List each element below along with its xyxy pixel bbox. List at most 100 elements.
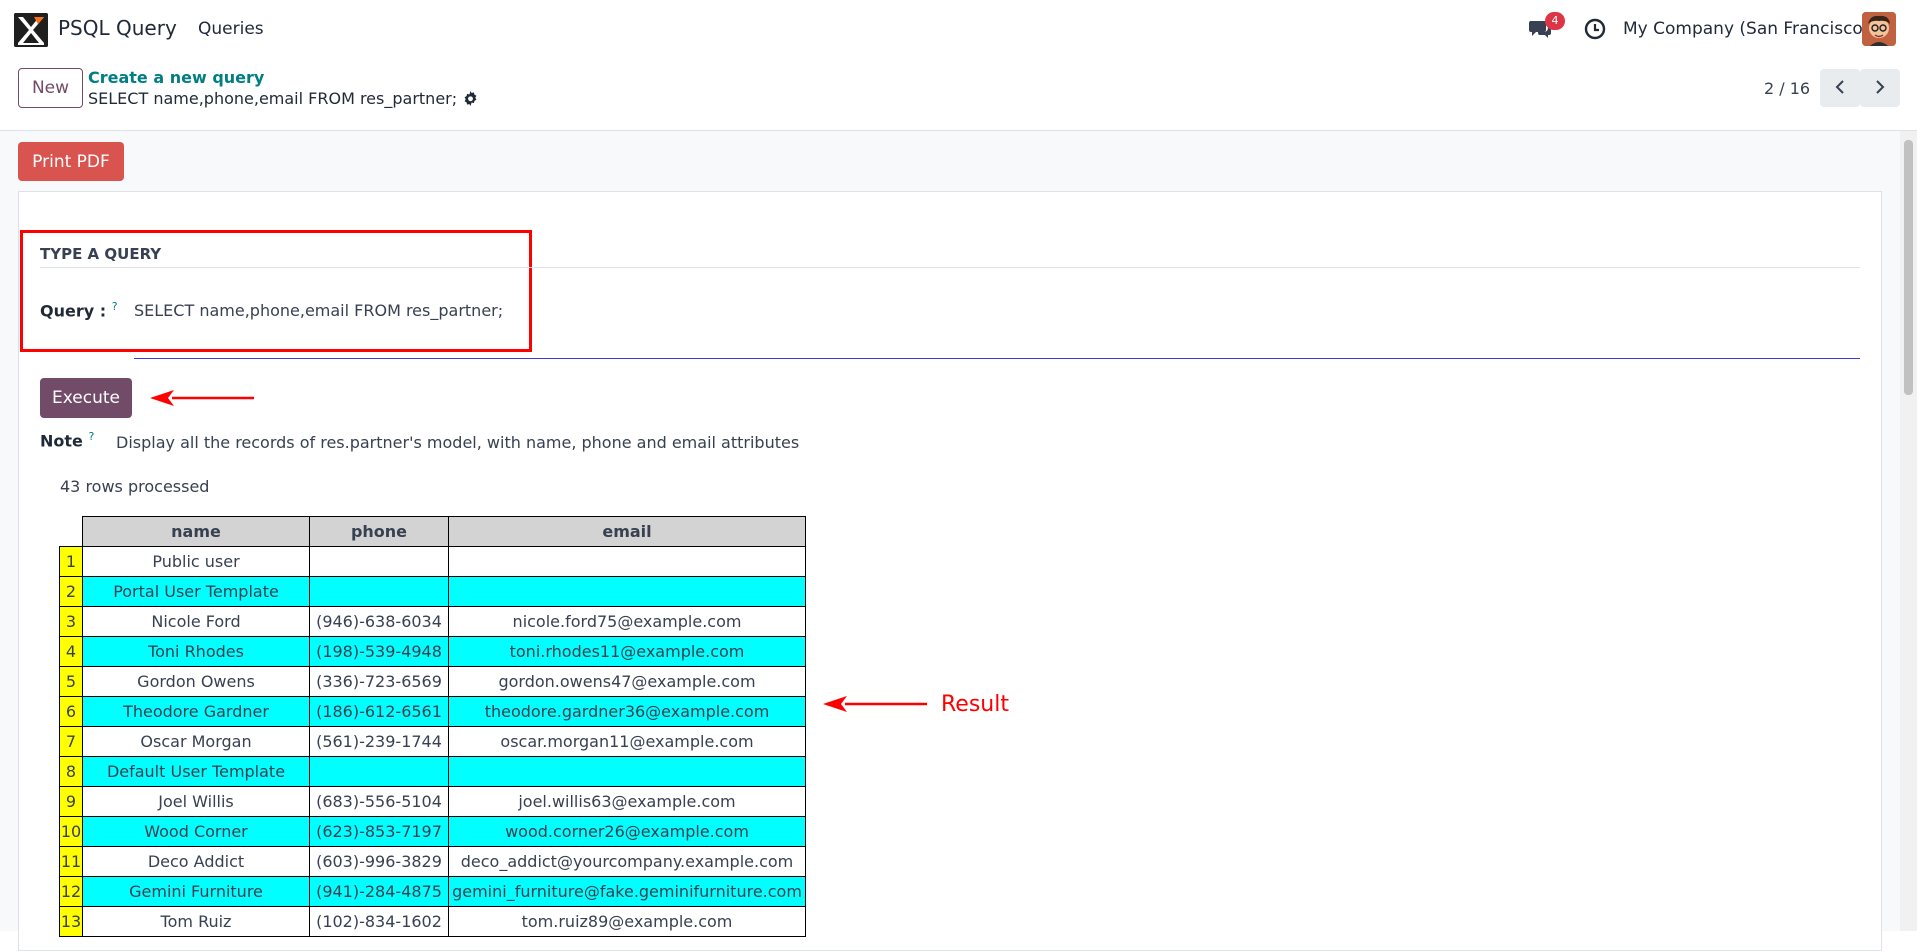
query-help-icon[interactable]: ?	[112, 300, 118, 313]
row-index-cell: 13	[59, 906, 83, 937]
name-cell: Toni Rhodes	[82, 636, 310, 667]
table-row: 10 Wood Corner (623)-853-7197 wood.corner26…	[59, 816, 806, 847]
name-cell: Public user	[82, 546, 310, 577]
table-row: 13 Tom Ruiz (102)-834-1602 tom.ruiz89@examp…	[59, 906, 806, 937]
name-cell: Oscar Morgan	[82, 726, 310, 757]
pager-previous-button[interactable]	[1820, 69, 1860, 107]
phone-cell: (186)-612-6561	[309, 696, 449, 727]
note-label: Note ?	[40, 430, 94, 450]
column-header-phone: phone	[309, 516, 449, 547]
phone-cell: (623)-853-7197	[309, 816, 449, 847]
gear-icon[interactable]	[463, 91, 478, 106]
row-index-cell: 3	[59, 606, 83, 637]
email-cell: toni.rhodes11@example.com	[448, 636, 806, 667]
table-row: 1 Public user	[59, 546, 806, 577]
table-row: 5 Gordon Owens (336)-723-6569 gordon.owens4…	[59, 666, 806, 697]
email-cell: nicole.ford75@example.com	[448, 606, 806, 637]
pager-value[interactable]: 2 / 16	[1764, 79, 1810, 98]
email-cell: wood.corner26@example.com	[448, 816, 806, 847]
clock-icon[interactable]	[1584, 18, 1606, 40]
menu-item-queries[interactable]: Queries	[198, 19, 264, 39]
email-cell: joel.willis63@example.com	[448, 786, 806, 817]
result-annotation-label: Result	[941, 692, 1009, 717]
email-cell: theodore.gardner36@example.com	[448, 696, 806, 727]
name-cell: Default User Template	[82, 756, 310, 787]
row-index-cell: 6	[59, 696, 83, 727]
row-index-cell: 5	[59, 666, 83, 697]
phone-cell	[309, 576, 449, 607]
chevron-right-icon	[1874, 79, 1886, 98]
email-cell: oscar.morgan11@example.com	[448, 726, 806, 757]
query-input-underline	[134, 358, 1860, 359]
email-cell: gemini_furniture@fake.geminifurniture.co…	[448, 876, 806, 907]
email-cell	[448, 546, 806, 577]
phone-cell: (683)-556-5104	[309, 786, 449, 817]
row-index-cell: 1	[59, 546, 83, 577]
column-header-name: name	[82, 516, 310, 547]
annotation-arrow-execute	[150, 388, 256, 412]
print-pdf-button[interactable]: Print PDF	[18, 142, 124, 181]
row-index-cell: 7	[59, 726, 83, 757]
row-index-cell: 4	[59, 636, 83, 667]
breadcrumb-parent[interactable]: Create a new query	[88, 68, 264, 87]
pager-next-button[interactable]	[1860, 69, 1900, 107]
section-title: TYPE A QUERY	[40, 245, 162, 263]
breadcrumb-current: SELECT name,phone,email FROM res_partner…	[88, 89, 478, 108]
table-row: 9 Joel Willis (683)-556-5104 joel.willis63@…	[59, 786, 806, 817]
phone-cell: (198)-539-4948	[309, 636, 449, 667]
table-header-row: name phone email	[59, 516, 806, 547]
email-cell: deco_addict@yourcompany.example.com	[448, 846, 806, 877]
user-avatar[interactable]	[1862, 12, 1896, 46]
phone-cell: (946)-638-6034	[309, 606, 449, 637]
section-divider	[40, 267, 1860, 268]
annotation-arrow-result	[823, 694, 929, 718]
name-cell: Tom Ruiz	[82, 906, 310, 937]
phone-cell: (336)-723-6569	[309, 666, 449, 697]
note-help-icon[interactable]: ?	[88, 430, 94, 443]
company-switcher[interactable]: My Company (San Francisco)	[1623, 19, 1869, 39]
execute-button[interactable]: Execute	[40, 378, 132, 418]
row-index-cell: 10	[59, 816, 83, 847]
phone-cell	[309, 756, 449, 787]
table-row: 11 Deco Addict (603)-996-3829 deco_addict@y…	[59, 846, 806, 877]
query-label: Query : ?	[40, 300, 118, 320]
name-cell: Gemini Furniture	[82, 876, 310, 907]
rows-processed-status: 43 rows processed	[60, 477, 210, 496]
column-header-email: email	[448, 516, 806, 547]
phone-cell	[309, 546, 449, 577]
name-cell: Gordon Owens	[82, 666, 310, 697]
phone-cell: (102)-834-1602	[309, 906, 449, 937]
query-input[interactable]: SELECT name,phone,email FROM res_partner…	[134, 301, 503, 320]
app-title[interactable]: PSQL Query	[58, 16, 177, 40]
table-row: 4 Toni Rhodes (198)-539-4948 toni.rhodes11@…	[59, 636, 806, 667]
breadcrumb-current-label: SELECT name,phone,email FROM res_partner…	[88, 89, 458, 108]
table-row: 2 Portal User Template	[59, 576, 806, 607]
top-navbar: PSQL Query Queries 4 My Company (San Fra…	[0, 0, 1917, 58]
row-index-cell: 8	[59, 756, 83, 787]
chat-badge: 4	[1545, 12, 1565, 30]
note-label-text: Note	[40, 431, 83, 451]
table-row: 6 Theodore Gardner (186)-612-6561 theodore.…	[59, 696, 806, 727]
note-value: Display all the records of res.partner's…	[116, 433, 800, 452]
table-row: 7 Oscar Morgan (561)-239-1744 oscar.morgan1…	[59, 726, 806, 757]
email-cell	[448, 576, 806, 607]
phone-cell: (603)-996-3829	[309, 846, 449, 877]
email-cell: gordon.owens47@example.com	[448, 666, 806, 697]
name-cell: Wood Corner	[82, 816, 310, 847]
app-logo-icon[interactable]	[14, 13, 48, 47]
name-cell: Theodore Gardner	[82, 696, 310, 727]
row-index-cell: 12	[59, 876, 83, 907]
new-button[interactable]: New	[18, 68, 83, 108]
row-index-cell: 11	[59, 846, 83, 877]
result-table-body: 1 Public user 2 Portal User Template 3 Nicole…	[59, 546, 806, 937]
query-label-text: Query :	[40, 301, 107, 321]
row-index-cell: 9	[59, 786, 83, 817]
name-cell: Portal User Template	[82, 576, 310, 607]
name-cell: Nicole Ford	[82, 606, 310, 637]
scrollbar-thumb[interactable]	[1904, 140, 1913, 395]
email-cell	[448, 756, 806, 787]
phone-cell: (941)-284-4875	[309, 876, 449, 907]
email-cell: tom.ruiz89@example.com	[448, 906, 806, 937]
row-index-cell: 2	[59, 576, 83, 607]
table-row: 12 Gemini Furniture (941)-284-4875 gemini_f…	[59, 876, 806, 907]
